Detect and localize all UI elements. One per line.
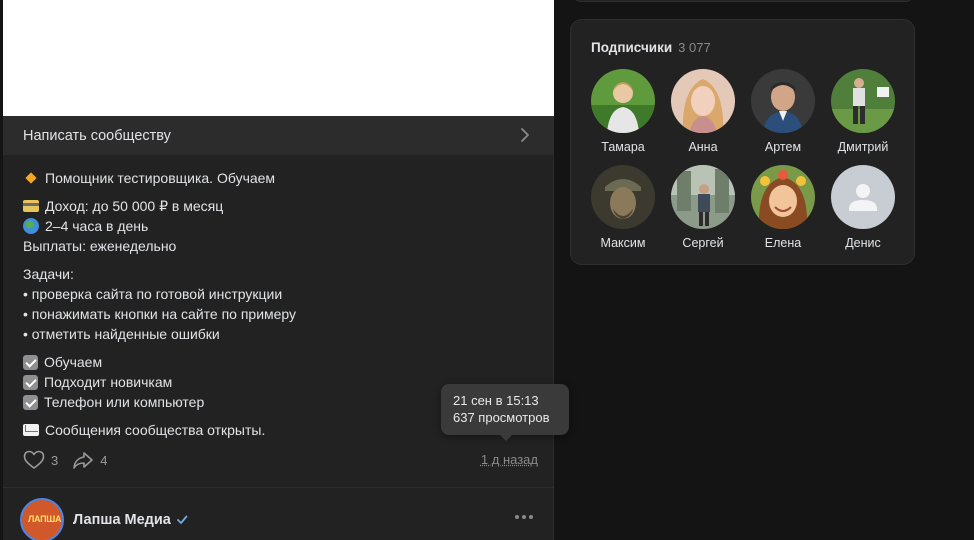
post-actions: 3 4 1 д назад <box>23 448 538 472</box>
subscriber-name: Максим <box>600 236 646 250</box>
next-post-author[interactable]: ЛАПША Лапша Медиа <box>20 498 188 540</box>
community-logo: ЛАПША <box>28 514 62 524</box>
subscribers-title[interactable]: Подписчики 3 077 <box>591 40 711 55</box>
post-line: • отметить найденные ошибки <box>23 326 220 342</box>
post-line: Помощник тестировщика. Обучаем <box>45 170 276 186</box>
avatar[interactable] <box>831 165 895 229</box>
write-to-community-button[interactable]: Написать сообществу <box>3 116 554 155</box>
chevron-right-icon <box>521 128 529 142</box>
post-time-link[interactable]: 1 д назад <box>481 452 538 467</box>
subscriber-item[interactable]: Тамара <box>591 69 655 154</box>
subscribers-count: 3 077 <box>678 40 711 55</box>
subscriber-item[interactable]: Сергей <box>671 165 735 250</box>
subscriber-name: Денис <box>845 236 881 250</box>
like-count: 3 <box>51 452 59 468</box>
avatar[interactable] <box>591 69 655 133</box>
avatar[interactable] <box>671 165 735 229</box>
check-box-icon <box>23 354 38 370</box>
post-line: Выплаты: еженедельно <box>23 238 177 254</box>
subscriber-item[interactable]: Анна <box>671 69 735 154</box>
subscriber-item[interactable]: Максим <box>591 165 655 250</box>
tooltip-date: 21 сен в 15:13 <box>453 393 539 408</box>
avatar[interactable] <box>591 165 655 229</box>
post-line: Обучаем <box>44 354 103 370</box>
previous-widget <box>571 0 915 2</box>
heart-icon <box>23 450 45 469</box>
post-media[interactable] <box>3 0 554 116</box>
author-name[interactable]: Лапша Медиа <box>73 512 171 528</box>
verified-check-icon <box>176 515 188 524</box>
avatar[interactable] <box>831 69 895 133</box>
post-line: Сообщения сообщества открыты. <box>45 422 266 438</box>
more-dots-icon[interactable] <box>515 515 533 519</box>
check-box-icon <box>23 374 38 390</box>
post-date-tooltip: 21 сен в 15:13 637 просмотров <box>441 384 569 441</box>
post-line: • понажимать кнопки на сайте по примеру <box>23 306 297 322</box>
subscriber-name: Сергей <box>682 236 724 250</box>
globe-icon <box>23 218 39 234</box>
tooltip-views: 637 просмотров <box>453 410 550 425</box>
subscribers-title-label: Подписчики <box>591 40 673 55</box>
subscriber-item[interactable]: Артем <box>751 69 815 154</box>
envelope-icon <box>23 424 39 436</box>
subscriber-item[interactable]: Елена <box>751 165 815 250</box>
post-line: Задачи: <box>23 266 74 282</box>
subscriber-name: Артем <box>764 140 802 154</box>
user-placeholder-icon <box>849 184 877 211</box>
post-line: Телефон или компьютер <box>44 394 205 410</box>
check-box-icon <box>23 394 38 410</box>
subscriber-name: Елена <box>764 236 802 250</box>
like-button[interactable]: 3 <box>23 450 58 470</box>
subscriber-name: Тамара <box>601 140 645 154</box>
subscriber-item[interactable]: Денис <box>831 165 895 250</box>
subscriber-name: Анна <box>688 140 718 154</box>
share-arrow-icon <box>73 452 94 469</box>
diamond-icon <box>23 170 39 186</box>
post-line: • проверка сайта по готовой инструкции <box>23 286 283 302</box>
post-card: Написать сообществу Помощник тестировщик… <box>3 0 554 540</box>
avatar[interactable] <box>751 165 815 229</box>
avatar[interactable] <box>751 69 815 133</box>
write-to-community-label: Написать сообществу <box>23 127 171 144</box>
post-line: Подходит новичкам <box>44 374 173 390</box>
share-button[interactable]: 4 <box>72 450 107 470</box>
post-line: 2–4 часа в день <box>45 218 149 234</box>
credit-card-icon <box>23 200 39 212</box>
subscriber-name: Дмитрий <box>837 140 889 154</box>
subscriber-item[interactable]: Дмитрий <box>831 69 895 154</box>
avatar[interactable] <box>671 69 735 133</box>
post-line: Доход: до 50 000 ₽ в месяц <box>45 198 224 214</box>
share-count: 4 <box>100 452 108 468</box>
post-divider <box>3 487 554 488</box>
subscribers-widget: Подписчики 3 077 Тамара Анна Артем Дмитри… <box>570 19 915 265</box>
avatar[interactable]: ЛАПША <box>20 498 64 540</box>
